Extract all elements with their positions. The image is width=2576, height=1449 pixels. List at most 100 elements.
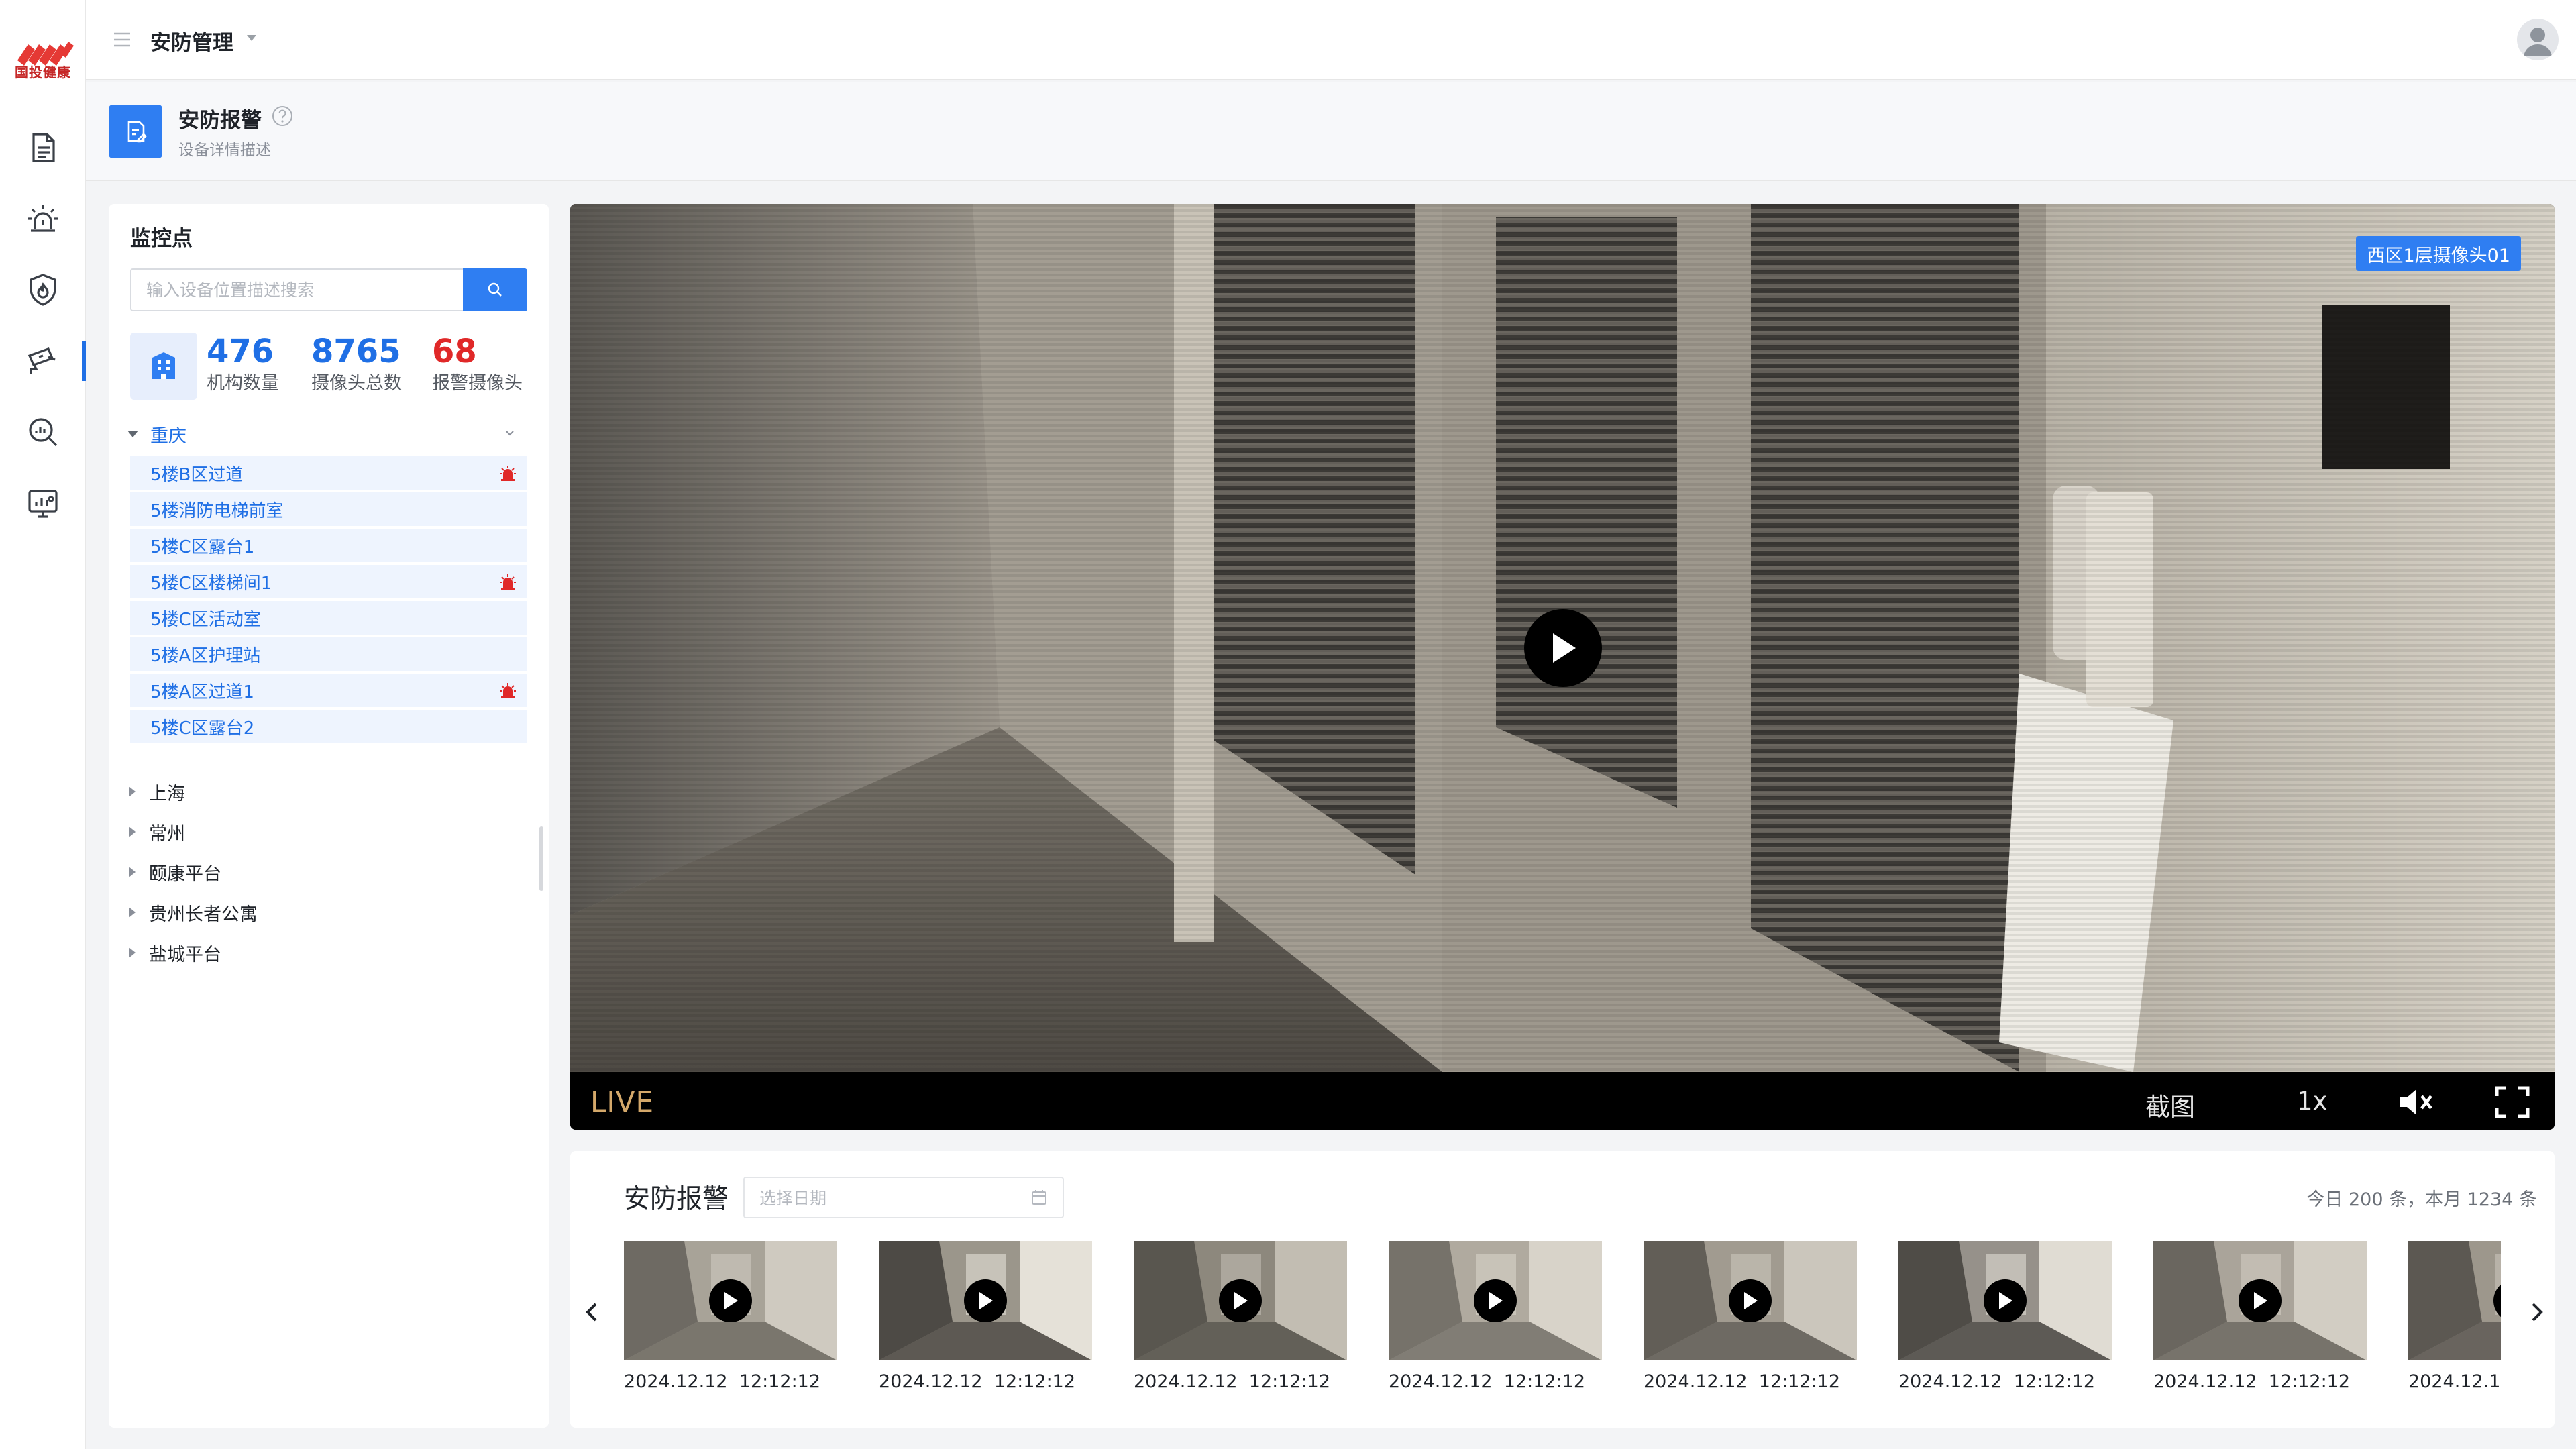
camera-item[interactable]: 5楼C区露台1 — [130, 529, 527, 562]
camera-label: 5楼C区露台1 — [150, 537, 255, 557]
camera-label: 5楼C区楼梯间1 — [150, 573, 272, 594]
device-search-input[interactable] — [130, 268, 483, 311]
page-title: 安防报警 — [178, 109, 262, 133]
play-icon — [1744, 1292, 1758, 1309]
screenshot-button[interactable]: 截图 — [2145, 1087, 2195, 1123]
camera-item[interactable]: 5楼C区楼梯间1 — [130, 565, 527, 598]
camera-item[interactable]: 5楼C区活动室 — [130, 601, 527, 635]
alert-thumbnail[interactable]: 2024.12.12 12:12:12 — [2408, 1241, 2501, 1392]
alert-time: 12:12:12 — [1503, 1371, 1586, 1392]
tree-node-region[interactable]: 颐康平台 — [127, 852, 525, 892]
alert-thumbnail[interactable]: 2024.12.12 12:12:12 — [1134, 1241, 1347, 1392]
stat-label: 报警摄像头 — [432, 373, 523, 394]
search-button[interactable] — [463, 268, 527, 311]
play-icon — [1234, 1292, 1248, 1309]
date-placeholder: 选择日期 — [759, 1189, 827, 1208]
side-nav: 国投健康 — [0, 0, 86, 1449]
thumbnail-play-button[interactable] — [1984, 1279, 2027, 1322]
alert-time: 12:12:12 — [2268, 1371, 2351, 1392]
alert-timestamp: 2024.12.12 12:12:12 — [624, 1371, 837, 1392]
alert-thumbnail[interactable]: 2024.12.12 12:12:12 — [2153, 1241, 2367, 1392]
camera-item[interactable]: 5楼B区过道 — [130, 456, 527, 490]
alert-thumbnail[interactable]: 2024.12.12 12:12:12 — [624, 1241, 837, 1392]
search-icon — [488, 282, 502, 297]
thumbnail-play-button[interactable] — [964, 1279, 1007, 1322]
tree-node-label: 贵州长者公寓 — [149, 904, 258, 925]
stat-value: 8765 — [311, 333, 401, 370]
video-player[interactable]: 西区1层摄像头01 LIVE 截图 1x — [570, 204, 2555, 1130]
thumbnail-play-button[interactable] — [2239, 1279, 2282, 1322]
tree-node-label: 上海 — [149, 783, 185, 804]
thumbnail-play-button[interactable] — [709, 1279, 752, 1322]
chevron-down-icon[interactable] — [504, 428, 515, 439]
fullscreen-icon[interactable] — [2493, 1084, 2532, 1120]
tree-node-region[interactable]: 常州 — [127, 812, 525, 852]
alerts-summary: 今日 200 条，本月 1234 条 — [2306, 1189, 2537, 1210]
alert-thumbnail[interactable]: 2024.12.12 12:12:12 — [1389, 1241, 1602, 1392]
stat-label: 机构数量 — [207, 373, 279, 394]
tree-node-chongqing[interactable]: 重庆 — [127, 417, 530, 451]
alert-timestamp: 2024.12.12 12:12:12 — [2408, 1371, 2501, 1392]
camera-label: 5楼C区露台2 — [150, 718, 255, 739]
alert-snapshot[interactable] — [1134, 1241, 1347, 1360]
stat-alarm-cameras: 68 报警摄像头 — [432, 331, 523, 396]
region-list: 上海 常州 颐康平台 贵州长者公寓 盐城平台 — [127, 771, 525, 973]
tree-node-label: 颐康平台 — [149, 863, 221, 885]
monitor-report-icon[interactable] — [23, 483, 63, 523]
thumbnail-play-button[interactable] — [1729, 1279, 1772, 1322]
play-icon — [724, 1292, 738, 1309]
play-icon — [1999, 1292, 2012, 1309]
user-avatar[interactable] — [2517, 19, 2559, 60]
caret-right-icon — [129, 867, 136, 877]
stat-value: 476 — [207, 333, 274, 370]
alert-timestamp: 2024.12.12 12:12:12 — [2153, 1371, 2367, 1392]
player-controls: LIVE 截图 1x — [570, 1072, 2555, 1130]
alert-thumbnail[interactable]: 2024.12.12 12:12:12 — [1898, 1241, 2112, 1392]
document-icon[interactable] — [23, 127, 63, 168]
tree-node-region[interactable]: 盐城平台 — [127, 932, 525, 973]
alert-snapshot[interactable] — [879, 1241, 1092, 1360]
tree-node-region[interactable]: 上海 — [127, 771, 525, 812]
play-button[interactable] — [1524, 609, 1602, 687]
tree-node-label: 重庆 — [150, 425, 186, 447]
mute-icon[interactable] — [2396, 1084, 2435, 1120]
alert-thumbnail-strip: 2024.12.12 12:12:12 2024.12.12 12:12:12 20… — [624, 1241, 2501, 1415]
alarm-light-icon[interactable] — [23, 199, 63, 239]
fire-shield-icon[interactable] — [23, 270, 63, 310]
alert-snapshot[interactable] — [1898, 1241, 2112, 1360]
camera-item[interactable]: 5楼C区露台2 — [130, 710, 527, 743]
alert-snapshot[interactable] — [2153, 1241, 2367, 1360]
tree-node-region[interactable]: 贵州长者公寓 — [127, 892, 525, 932]
camera-item[interactable]: 5楼消防电梯前室 — [130, 492, 527, 526]
calendar-icon — [1032, 1190, 1046, 1205]
camera-item[interactable]: 5楼A区过道1 — [130, 674, 527, 707]
alert-timestamp: 2024.12.12 12:12:12 — [1644, 1371, 1857, 1392]
stat-cameras: 8765 摄像头总数 — [311, 331, 402, 396]
thumbnail-play-button[interactable] — [1474, 1279, 1517, 1322]
camera-item[interactable]: 5楼A区护理站 — [130, 637, 527, 671]
menu-toggle-icon[interactable] — [113, 31, 131, 48]
alert-snapshot[interactable] — [1644, 1241, 1857, 1360]
help-icon[interactable] — [271, 105, 294, 127]
analytics-search-icon[interactable] — [23, 412, 63, 452]
alert-time-gap — [2257, 1371, 2269, 1392]
alert-timestamp: 2024.12.12 12:12:12 — [1898, 1371, 2112, 1392]
chevron-right-icon[interactable] — [2526, 1299, 2546, 1326]
security-camera-icon[interactable] — [23, 341, 63, 381]
panel-scrollbar[interactable] — [539, 826, 543, 891]
camera-label: 5楼A区过道1 — [150, 682, 254, 702]
caret-down-icon — [127, 431, 138, 437]
alert-snapshot[interactable] — [624, 1241, 837, 1360]
alert-snapshot[interactable] — [2408, 1241, 2501, 1360]
chevron-left-icon[interactable] — [582, 1299, 602, 1326]
thumbnail-play-button[interactable] — [1219, 1279, 1262, 1322]
module-title[interactable]: 安防管理 — [150, 25, 233, 56]
tree-node-label: 常州 — [149, 823, 185, 845]
playback-speed-button[interactable]: 1x — [2297, 1087, 2327, 1116]
date-picker[interactable]: 选择日期 — [743, 1177, 1064, 1218]
chevron-down-icon[interactable] — [247, 35, 256, 41]
camera-label: 5楼B区过道 — [150, 464, 244, 485]
alert-thumbnail[interactable]: 2024.12.12 12:12:12 — [879, 1241, 1092, 1392]
alert-thumbnail[interactable]: 2024.12.12 12:12:12 — [1644, 1241, 1857, 1392]
alert-snapshot[interactable] — [1389, 1241, 1602, 1360]
